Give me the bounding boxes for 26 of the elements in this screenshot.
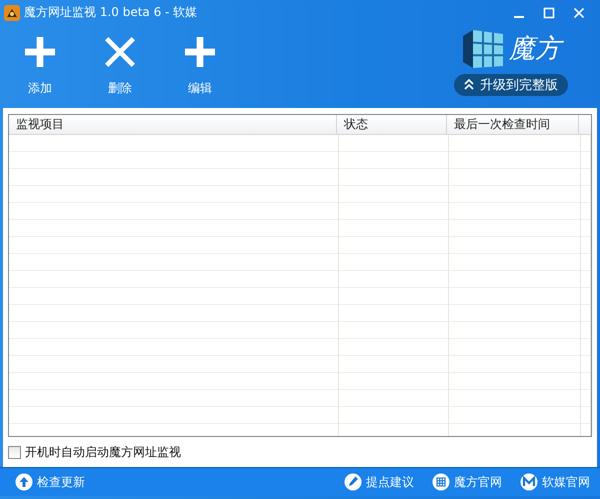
toolbar-button[interactable]: 删除 bbox=[92, 34, 148, 99]
minimize-icon bbox=[514, 16, 524, 18]
footer-link[interactable]: 提点建议 bbox=[344, 473, 414, 492]
column-header[interactable]: 最后一次检查时间 bbox=[447, 115, 579, 134]
m-logo-icon bbox=[520, 473, 538, 492]
checkbox[interactable] bbox=[8, 446, 21, 459]
footer-link[interactable]: 检查更新 bbox=[15, 473, 85, 492]
toolbar-button[interactable]: 添加 bbox=[12, 34, 68, 99]
footer-link[interactable]: 魔方官网 bbox=[432, 473, 502, 492]
checkbox-label: 开机时自动启动魔方网址监视 bbox=[25, 444, 181, 461]
upgrade-button[interactable]: 升级到完整版 bbox=[454, 74, 568, 96]
grid-icon bbox=[432, 473, 450, 492]
plus-icon bbox=[22, 36, 58, 67]
close-icon bbox=[573, 6, 585, 19]
maximize-icon bbox=[543, 6, 555, 19]
toolbar-button[interactable]: 编辑 bbox=[172, 34, 228, 99]
column-header[interactable]: 监视项目 bbox=[9, 115, 337, 134]
pen-icon bbox=[344, 473, 362, 492]
window-title: 魔方网址监视 1.0 beta 6 - 软媒 bbox=[24, 4, 198, 22]
app-icon bbox=[4, 4, 20, 21]
double-chevron-icon bbox=[464, 78, 474, 91]
column-header[interactable]: 状态 bbox=[337, 115, 447, 134]
footer-link[interactable]: 软媒官网 bbox=[520, 473, 590, 492]
cross-icon bbox=[102, 36, 138, 67]
cube-logo-icon bbox=[461, 28, 505, 70]
plus-icon bbox=[182, 36, 218, 67]
